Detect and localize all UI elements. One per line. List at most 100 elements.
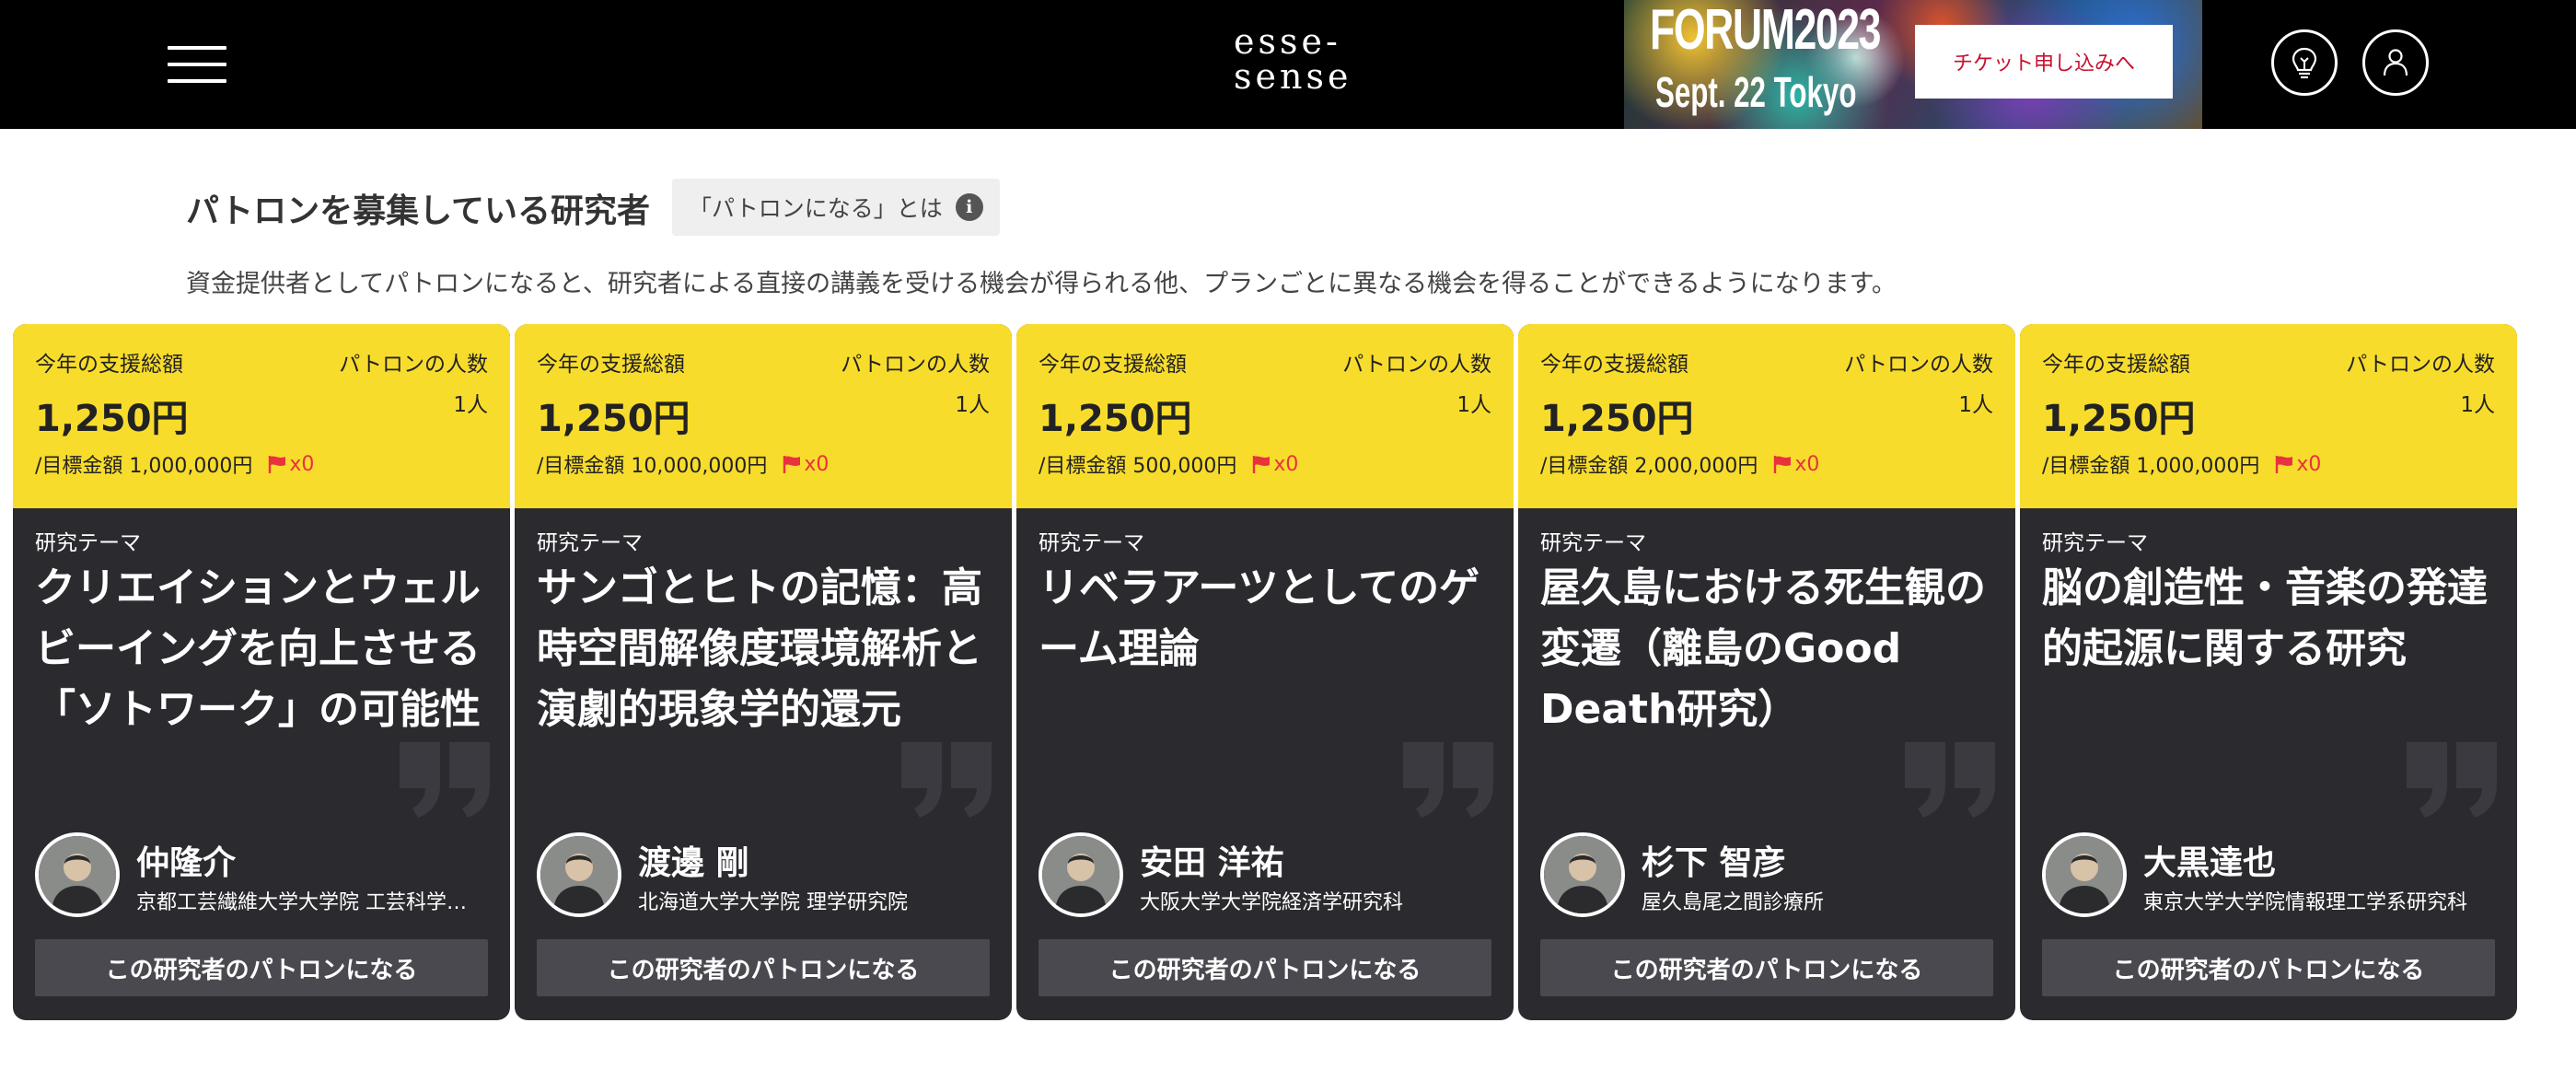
researcher-name[interactable]: 安田 洋祐 [1140, 836, 1284, 884]
research-theme-label: 研究テーマ [1540, 531, 1646, 555]
research-theme-label: 研究テーマ [2042, 531, 2148, 555]
goal-amount-row: /目標金額 500,000円 x0 [1039, 449, 1298, 479]
card-funding-panel: 今年の支援総額 パトロンの人数 1,250円 1人 /目標金額 2,000,00… [1518, 324, 2015, 508]
researcher-avatar[interactable] [35, 832, 120, 917]
logo-line-2: sense [1234, 56, 1352, 97]
patron-count: 1人 [453, 393, 488, 417]
goal-amount-row: /目標金額 1,000,000円 x0 [2042, 449, 2321, 479]
goal-amount: /目標金額 1,000,000円 [35, 455, 253, 478]
patron-count: 1人 [1456, 393, 1491, 417]
person-photo [2046, 836, 2123, 913]
quote-icon [1403, 742, 1493, 818]
lightbulb-button[interactable] [2271, 29, 2338, 96]
flag-count: x0 [804, 452, 830, 476]
card-funding-panel: 今年の支援総額 パトロンの人数 1,250円 1人 /目標金額 1,000,00… [2020, 324, 2517, 508]
researcher-avatar[interactable] [1540, 832, 1625, 917]
flag-icon [2276, 456, 2293, 473]
flag-icon [1774, 456, 1792, 473]
research-theme-label: 研究テーマ [35, 531, 141, 555]
support-amount: 1,250円 [537, 398, 690, 440]
flag-icon [1253, 456, 1271, 473]
total-support-label: 今年の支援総額 [1540, 353, 1688, 377]
total-support-label: 今年の支援総額 [537, 353, 685, 377]
support-amount: 1,250円 [35, 398, 189, 440]
card-funding-panel: 今年の支援総額 パトロンの人数 1,250円 1人 /目標金額 10,000,0… [515, 324, 1012, 508]
quote-icon [2407, 742, 2497, 818]
logo-line-1: esse- [1234, 21, 1341, 62]
researcher-affiliation: 屋久島尾之間診療所 [1642, 891, 1825, 914]
become-patron-button[interactable]: この研究者のパトロンになる [2042, 939, 2495, 996]
researcher-affiliation: 北海道大学大学院 理学研究院 [638, 891, 908, 914]
goal-amount: /目標金額 10,000,000円 [537, 455, 768, 478]
researcher-avatar[interactable] [2042, 832, 2127, 917]
research-theme-title[interactable]: 屋久島における死生観の変遷（離島のGood Death研究） [1540, 558, 2001, 740]
research-theme-label: 研究テーマ [1039, 531, 1144, 555]
research-theme-title[interactable]: サンゴとヒトの記憶：高時空間解像度環境解析と演劇的現象学的還元 [537, 558, 997, 740]
person-photo [1544, 836, 1621, 913]
research-theme-title[interactable]: リベラアーツとしてのゲーム理論 [1039, 558, 1499, 680]
researcher-card[interactable]: 今年の支援総額 パトロンの人数 1,250円 1人 /目標金額 2,000,00… [1518, 324, 2015, 1020]
about-patron-link[interactable]: 「パトロンになる」とは i [672, 179, 1000, 236]
researcher-name[interactable]: 仲隆介 [136, 836, 236, 884]
researcher-card[interactable]: 今年の支援総額 パトロンの人数 1,250円 1人 /目標金額 1,000,00… [2020, 324, 2517, 1020]
card-funding-panel: 今年の支援総額 パトロンの人数 1,250円 1人 /目標金額 1,000,00… [13, 324, 510, 508]
goal-amount-row: /目標金額 1,000,000円 x0 [35, 449, 314, 479]
patron-count: 1人 [2460, 393, 2495, 417]
patron-count: 1人 [955, 393, 990, 417]
flag-counter: x0 [1251, 453, 1298, 476]
lightbulb-icon [2292, 47, 2317, 79]
quote-icon [400, 742, 490, 818]
researcher-card[interactable]: 今年の支援総額 パトロンの人数 1,250円 1人 /目標金額 1,000,00… [13, 324, 510, 1020]
quote-icon [901, 742, 992, 818]
person-photo [1042, 836, 1120, 913]
flag-icon [269, 456, 286, 473]
site-logo[interactable]: esse- sense [1234, 24, 1353, 94]
become-patron-button[interactable]: この研究者のパトロンになる [1039, 939, 1491, 996]
research-theme-label: 研究テーマ [537, 531, 643, 555]
section-title: パトロンを募集している研究者 [186, 192, 651, 230]
researcher-affiliation: 東京大学大学院情報理工学系研究科 [2143, 891, 2468, 914]
flag-counter: x0 [782, 453, 829, 476]
info-icon: i [955, 193, 983, 221]
researcher-name[interactable]: 渡邊 剛 [638, 836, 749, 884]
become-patron-button[interactable]: この研究者のパトロンになる [537, 939, 990, 996]
support-amount: 1,250円 [1039, 398, 1192, 440]
total-support-label: 今年の支援総額 [1039, 353, 1187, 377]
total-support-label: 今年の支援総額 [35, 353, 183, 377]
patron-count-label: パトロンの人数 [2346, 353, 2495, 377]
goal-amount: /目標金額 500,000円 [1039, 455, 1237, 478]
research-theme-title[interactable]: 脳の創造性・音楽の発達的起源に関する研究 [2042, 558, 2502, 680]
person-photo [540, 836, 618, 913]
user-icon [2383, 49, 2408, 76]
researcher-card[interactable]: 今年の支援総額 パトロンの人数 1,250円 1人 /目標金額 500,000円… [1016, 324, 1514, 1020]
researcher-avatar[interactable] [1039, 832, 1123, 917]
researcher-name[interactable]: 杉下 智彦 [1642, 836, 1786, 884]
goal-amount-row: /目標金額 2,000,000円 x0 [1540, 449, 1819, 479]
quote-icon [1905, 742, 1995, 818]
researcher-avatar[interactable] [537, 832, 621, 917]
researcher-affiliation: 大阪大学大学院経済学研究科 [1140, 891, 1404, 914]
become-patron-button[interactable]: この研究者のパトロンになる [1540, 939, 1993, 996]
become-patron-button[interactable]: この研究者のパトロンになる [35, 939, 488, 996]
patron-count-label: パトロンの人数 [1342, 353, 1491, 377]
researcher-card-list: 今年の支援総額 パトロンの人数 1,250円 1人 /目標金額 1,000,00… [13, 324, 2526, 1020]
researcher-name[interactable]: 大黒達也 [2143, 836, 2276, 884]
menu-icon[interactable] [168, 46, 226, 83]
patron-count-label: パトロンの人数 [841, 353, 990, 377]
section-description: 資金提供者としてパトロンになると、研究者による直接の講義を受ける機会が得られる他… [186, 270, 1897, 298]
ticket-button[interactable]: チケット申し込みへ [1915, 25, 2173, 99]
support-amount: 1,250円 [1540, 398, 1694, 440]
research-theme-title[interactable]: クリエイションとウェルビーイングを向上させる「ソトワーク」の可能性 [35, 558, 495, 740]
person-photo [39, 836, 116, 913]
goal-amount: /目標金額 1,000,000円 [2042, 455, 2260, 478]
banner-title: FORUM2023 [1650, 0, 1881, 62]
flag-counter: x0 [267, 453, 314, 476]
patron-count: 1人 [1958, 393, 1993, 417]
flag-icon [783, 456, 801, 473]
researcher-card[interactable]: 今年の支援総額 パトロンの人数 1,250円 1人 /目標金額 10,000,0… [515, 324, 1012, 1020]
flag-counter: x0 [1772, 453, 1819, 476]
flag-counter: x0 [2274, 453, 2321, 476]
patron-count-label: パトロンの人数 [339, 353, 488, 377]
card-funding-panel: 今年の支援総額 パトロンの人数 1,250円 1人 /目標金額 500,000円… [1016, 324, 1514, 508]
account-button[interactable] [2362, 29, 2429, 96]
